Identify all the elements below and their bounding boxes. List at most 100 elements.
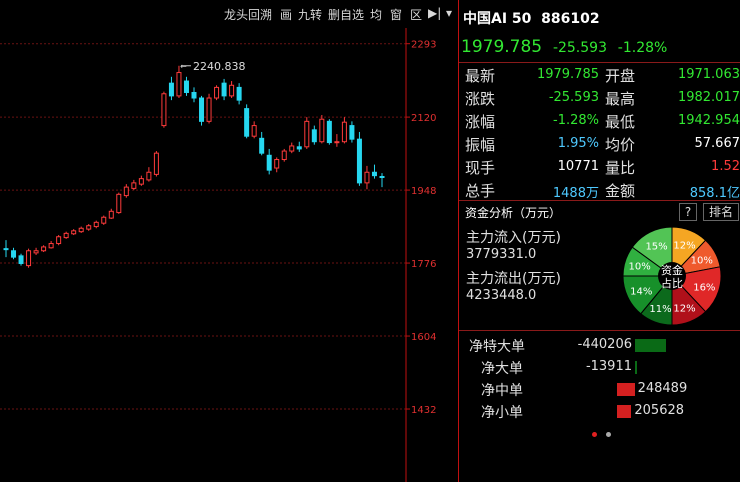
candle[interactable] — [191, 87, 197, 103]
candle[interactable] — [138, 175, 144, 186]
ranking-button[interactable]: 排名 — [703, 203, 739, 221]
chart-toolbar: 龙头回溯 画 九转 删自选 均 窗 区 ▶| ▾ — [0, 0, 458, 28]
candle[interactable] — [334, 134, 340, 147]
candle-body — [326, 120, 332, 144]
candle[interactable] — [86, 224, 92, 231]
candle[interactable] — [168, 76, 174, 101]
range-button[interactable]: 区 — [410, 6, 422, 23]
candle[interactable] — [63, 231, 69, 239]
quote-value: 1982.017 — [678, 90, 740, 105]
candle[interactable] — [214, 85, 220, 101]
candle[interactable] — [304, 117, 310, 149]
dropdown-chevron-icon[interactable]: ▾ — [446, 6, 452, 20]
candle[interactable] — [296, 141, 302, 152]
window-button[interactable]: 窗 — [390, 6, 402, 23]
dragon-head-backtrack-button[interactable]: 龙头回溯 — [224, 6, 272, 23]
main-outflow-label: 主力流出(万元) — [466, 271, 561, 287]
candle-body — [341, 121, 347, 143]
quote-label: 涨跌 — [465, 90, 496, 108]
candle[interactable] — [183, 76, 189, 96]
fund-share-pie-chart[interactable]: 12%10%16%12%11%14%10%15%资金占比 — [622, 226, 722, 326]
candle-body — [296, 146, 302, 150]
candle[interactable] — [251, 121, 257, 139]
candle[interactable] — [341, 117, 347, 144]
candle[interactable] — [281, 148, 287, 162]
candle[interactable] — [78, 226, 84, 233]
candle[interactable] — [48, 240, 54, 249]
candle[interactable] — [319, 114, 325, 144]
candle-body — [319, 118, 325, 143]
candle-body — [3, 248, 9, 251]
candle[interactable] — [33, 247, 39, 255]
candle[interactable] — [244, 104, 250, 139]
candle-body — [146, 171, 152, 181]
candle[interactable] — [161, 91, 167, 128]
quote-label: 振幅 — [465, 136, 496, 154]
candle[interactable] — [41, 245, 47, 253]
candle-body — [71, 230, 77, 235]
candle[interactable] — [229, 81, 235, 99]
candle[interactable] — [221, 78, 227, 101]
candle[interactable] — [199, 95, 205, 126]
candle[interactable] — [259, 131, 265, 156]
candle-body — [236, 86, 242, 101]
quote-label: 金额 — [605, 182, 636, 200]
candle[interactable] — [3, 240, 9, 258]
candle[interactable] — [26, 248, 32, 268]
page-indicator[interactable] — [606, 432, 611, 437]
quote-value-text: 1.95% — [557, 136, 599, 151]
candle[interactable] — [326, 119, 332, 145]
candlestick-chart[interactable]: 2293 2120 1948 1776 1604 1432 ← 2240.838 — [0, 28, 458, 482]
candle-body — [274, 159, 280, 169]
quote-value-text: -25.593 — [548, 90, 599, 105]
candle[interactable] — [131, 179, 137, 191]
skip-end-icon[interactable]: ▶| — [428, 6, 441, 20]
candle-body — [221, 82, 227, 97]
page-indicator-active[interactable] — [592, 432, 597, 437]
candle[interactable] — [101, 215, 107, 225]
candle[interactable] — [206, 93, 212, 124]
security-title: 中国AI 50 886102 — [463, 8, 600, 28]
pie-slice-label: 12% — [673, 240, 695, 251]
candle[interactable] — [356, 131, 362, 186]
nine-turn-button[interactable]: 九转 — [298, 6, 322, 23]
candle[interactable] — [123, 184, 129, 198]
candle-body — [168, 82, 174, 97]
candle-body — [123, 186, 129, 197]
average-button[interactable]: 均 — [370, 6, 382, 23]
candle[interactable] — [153, 151, 159, 177]
candle-body — [206, 97, 212, 122]
candle[interactable] — [289, 142, 295, 154]
quote-value-text: 1488 — [552, 186, 586, 201]
draw-button[interactable]: 画 — [280, 6, 292, 23]
last-price: 1979.785 — [461, 37, 543, 57]
help-button[interactable]: ? — [679, 203, 697, 221]
candle[interactable] — [56, 235, 62, 246]
candle[interactable] — [364, 165, 370, 190]
remove-watchlist-button[interactable]: 删自选 — [328, 6, 364, 23]
candle[interactable] — [266, 148, 272, 175]
candle[interactable] — [11, 247, 17, 260]
pie-slice-label: 14% — [630, 286, 652, 297]
candle[interactable] — [311, 125, 317, 145]
candle-body — [116, 193, 122, 214]
candle[interactable] — [236, 83, 242, 105]
candle[interactable] — [18, 253, 24, 266]
candle[interactable] — [274, 157, 280, 173]
candle[interactable] — [71, 229, 77, 236]
candle[interactable] — [379, 173, 385, 188]
candle[interactable] — [108, 208, 114, 219]
net-flow-bar — [617, 383, 635, 396]
candle[interactable] — [116, 192, 122, 214]
candle-body — [229, 84, 235, 97]
security-code: 886102 — [541, 11, 600, 27]
net-flow-value: -13911 — [585, 359, 632, 374]
pie-center-label: 资金 — [661, 263, 683, 277]
candle[interactable] — [93, 220, 99, 229]
quote-value: 1.95% — [558, 136, 599, 151]
candle[interactable] — [371, 164, 377, 179]
candle-body — [311, 129, 317, 143]
quote-value-text: 1979.785 — [536, 67, 599, 82]
candle[interactable] — [146, 167, 152, 182]
candle[interactable] — [349, 121, 355, 143]
